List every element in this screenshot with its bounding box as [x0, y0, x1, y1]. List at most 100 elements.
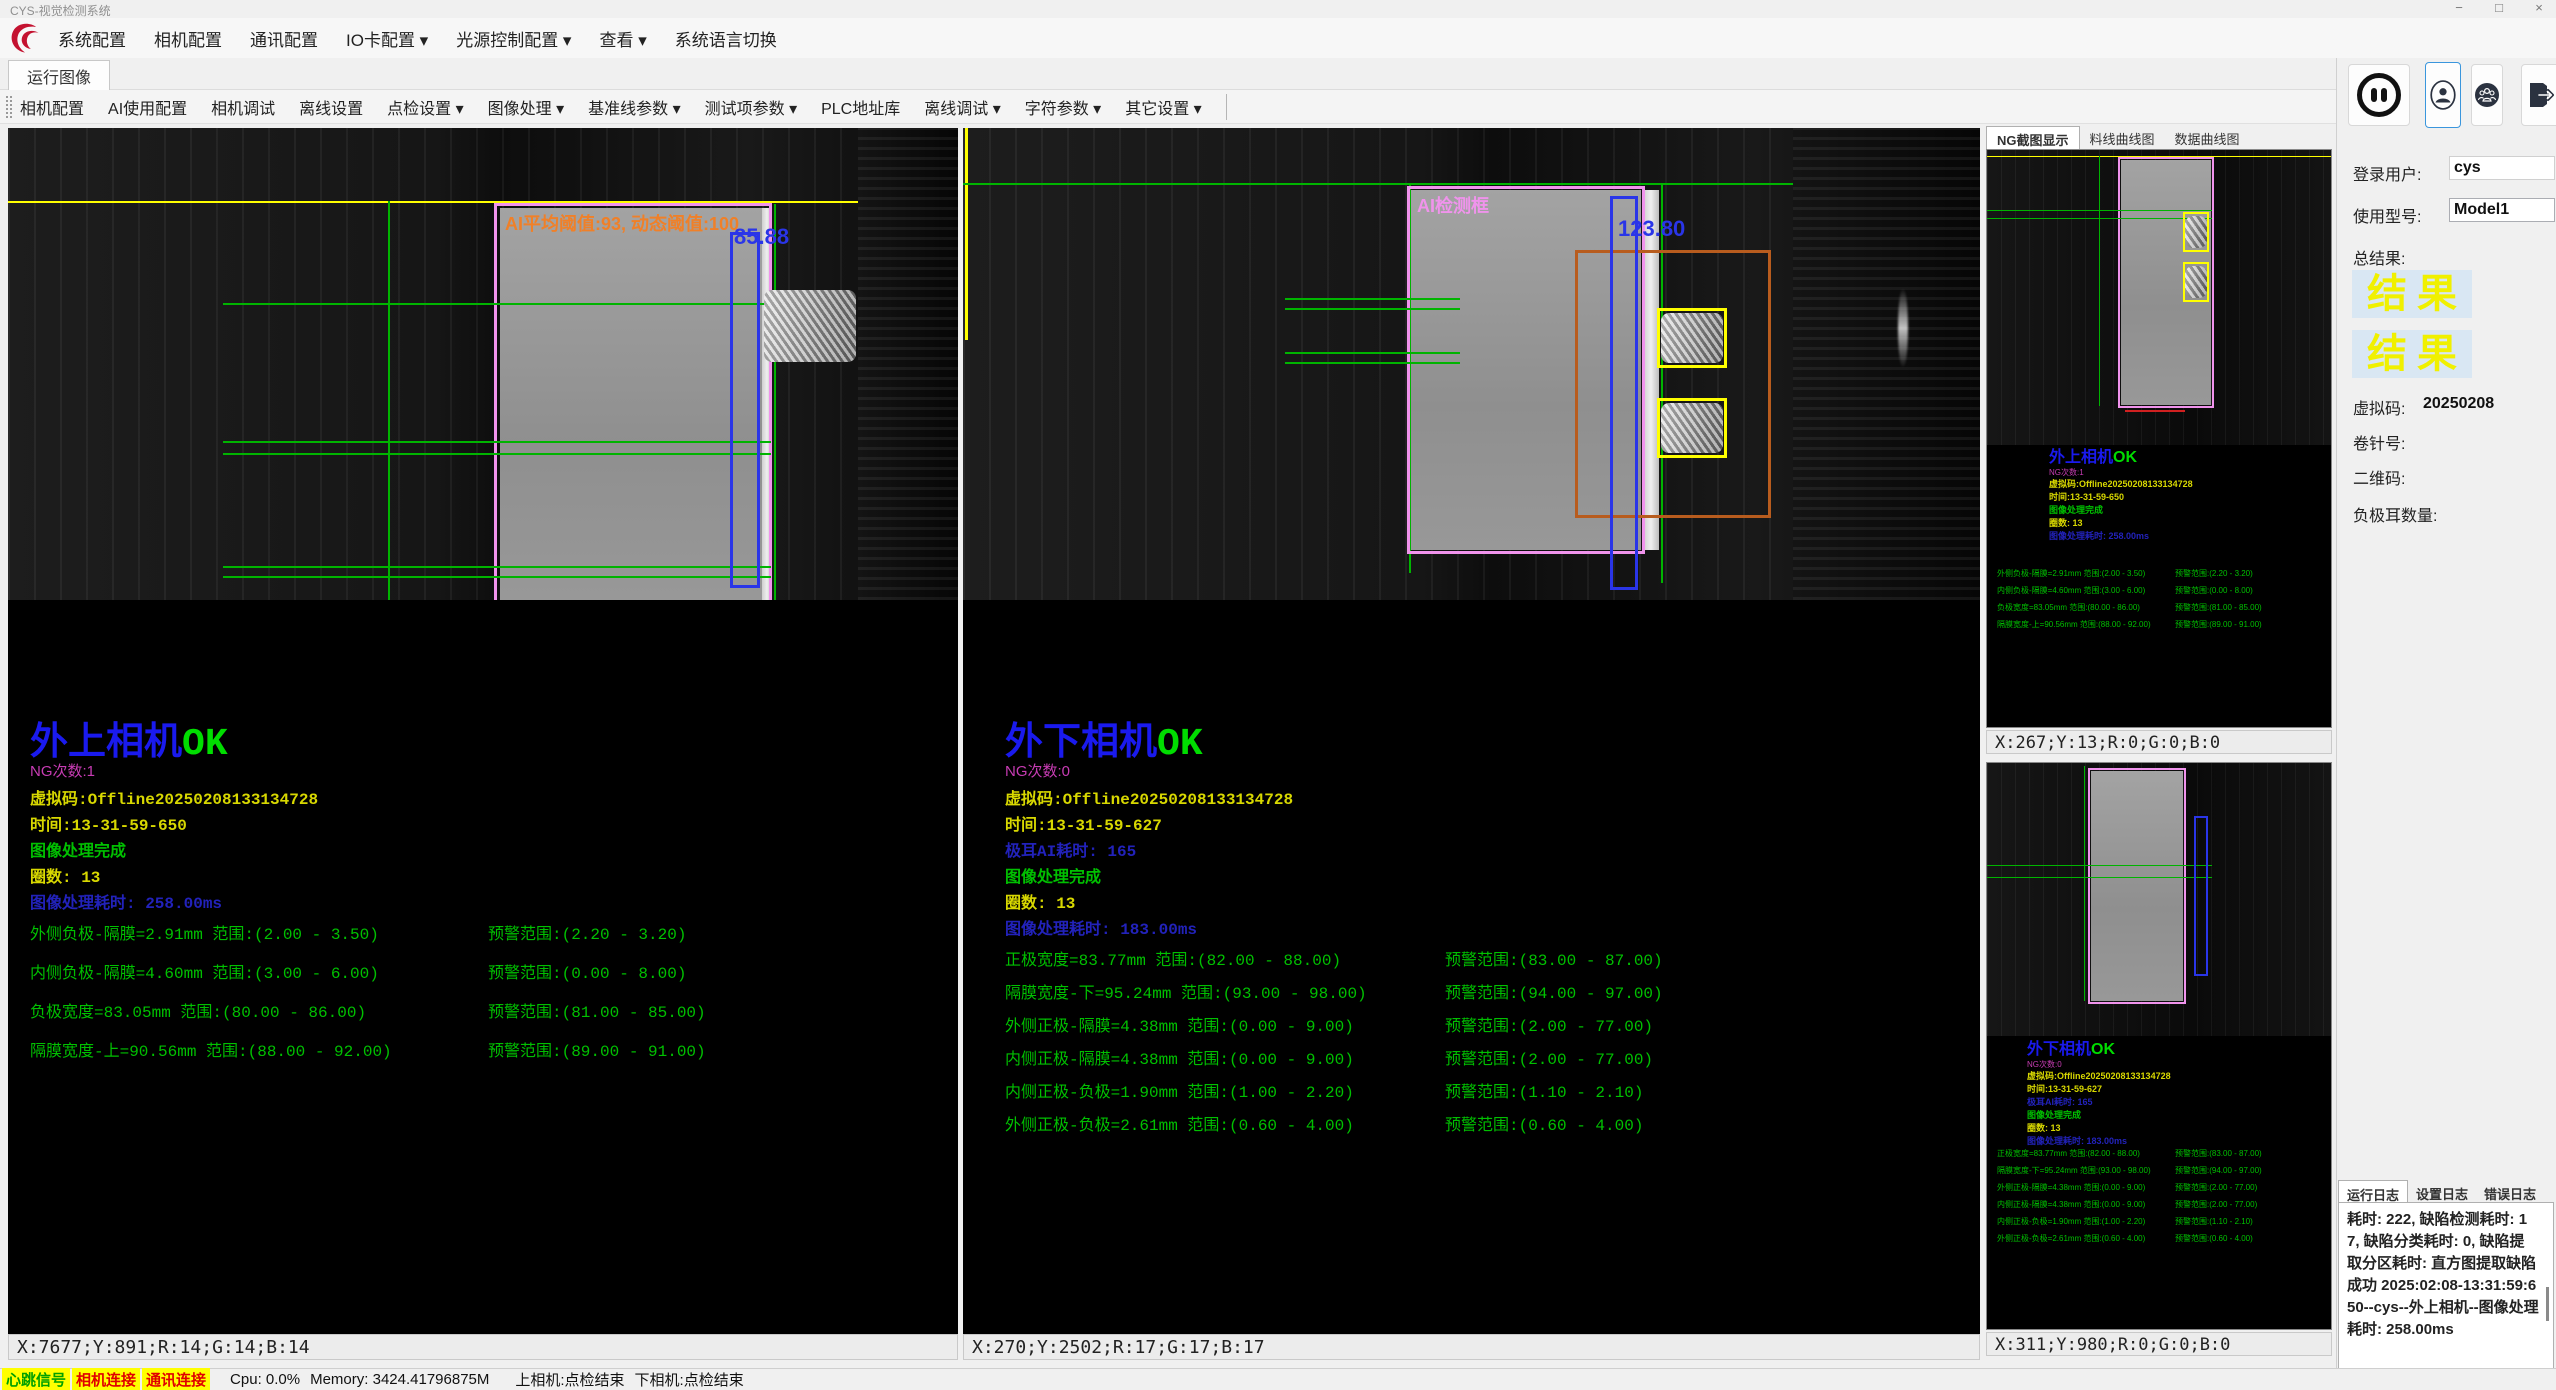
process-time-line: 图像处理耗时: 258.00ms [2049, 530, 2193, 543]
camera-result: OK [2113, 449, 2137, 466]
measurement-row: 正极宽度=83.77mm 范围:(82.00 - 88.00)预警范围:(83.… [1005, 946, 1367, 979]
width-measure-box-blue [2194, 816, 2208, 976]
tool-offline-debug[interactable]: 离线调试 ▾ [924, 95, 1000, 119]
tool-baseline-params[interactable]: 基准线参数 ▾ [588, 95, 680, 119]
virtual-code-value: 20250208 [2423, 395, 2494, 413]
warning-range-text: 预警范围:(83.00 - 87.00) [2175, 1148, 2262, 1159]
process-done-line: 图像处理完成 [30, 839, 318, 865]
camera-name: 外上相机 [30, 721, 182, 763]
tool-plc-address[interactable]: PLC地址库 [821, 95, 900, 119]
ng-upper-pixel-readout: X:267;Y:13;R:0;G:0;B:0 [1986, 730, 2332, 754]
result-badge-lower: 结果 [2352, 330, 2472, 378]
tab-data-curve[interactable]: 数据曲线图 [2165, 126, 2250, 149]
run-log-text: 耗时: 222, 缺陷检测耗时: 17, 缺陷分类耗时: 0, 缺陷提取分区耗时… [2347, 1209, 2539, 1341]
tool-ai-use-config[interactable]: AI使用配置 [108, 95, 187, 119]
baseline-yellow-line [8, 201, 958, 203]
tool-camera-config[interactable]: 相机配置 [20, 95, 84, 119]
warning-range-text: 预警范围:(2.00 - 77.00) [1445, 1012, 1653, 1036]
cpu-usage-text: Cpu: 0.0% [230, 1371, 300, 1388]
toolbar-grip-icon[interactable] [6, 96, 12, 118]
time-line: 时间:13-31-59-650 [2049, 491, 2193, 504]
camera-result-headline: 外下相机OK [1005, 710, 1293, 766]
warning-range-text: 预警范围:(0.60 - 4.00) [1445, 1111, 1643, 1135]
process-done-line: 图像处理完成 [1005, 865, 1293, 891]
measurement-text: 隔膜宽度-上=90.56mm 范围:(88.00 - 92.00) [30, 1043, 392, 1061]
menu-comm-config[interactable]: 通讯配置 [250, 26, 318, 51]
tool-offline-setting[interactable]: 离线设置 [299, 95, 363, 119]
user-icon [2430, 80, 2456, 110]
camera-result: OK [1157, 723, 1203, 766]
threshold-label: AI平均阈值:93, 动态阈值:100 [505, 210, 739, 236]
users-manage-button[interactable] [2471, 64, 2503, 126]
measurement-row: 负极宽度=83.05mm 范围:(80.00 - 86.00)预警范围:(81.… [30, 998, 392, 1037]
tool-image-process[interactable]: 图像处理 ▾ [488, 95, 564, 119]
tool-camera-debug[interactable]: 相机调试 [211, 95, 275, 119]
warning-range-text: 预警范围:(0.00 - 8.00) [2175, 585, 2253, 596]
camera-link-indicator: 相机连接 [72, 1368, 140, 1390]
menu-system-config[interactable]: 系统配置 [58, 26, 126, 51]
memory-usage-text: Memory: 3424.41796875M [310, 1371, 489, 1388]
measure-green-hline [1987, 877, 2212, 878]
ng-screenshot-lower[interactable]: 外下相机OK NG次数:0 虚拟码:Offline202502081331347… [1986, 762, 2332, 1330]
time-line: 时间:13-31-59-627 [2027, 1083, 2171, 1096]
minimize-icon[interactable]: − [2450, 0, 2468, 15]
tab-run-image[interactable]: 运行图像 [8, 60, 110, 90]
warning-range-text: 预警范围:(83.00 - 87.00) [1445, 946, 1663, 970]
process-done-line: 图像处理完成 [2027, 1109, 2171, 1122]
baseline-green-vline [388, 201, 390, 600]
menu-io-card-config[interactable]: IO卡配置 ▾ [346, 26, 428, 51]
app-logo-icon [8, 21, 42, 55]
exit-button[interactable] [2521, 64, 2556, 126]
upper-camera-check-status: 上相机:点检结束 [515, 1369, 624, 1390]
measurement-row: 内侧正极-负极=1.90mm 范围:(1.00 - 2.20)预警范围:(1.1… [1005, 1078, 1367, 1111]
close-icon[interactable]: × [2530, 0, 2548, 15]
ng-upper-headline: 外上相机OK NG次数:1 虚拟码:Offline202502081331347… [2049, 443, 2193, 543]
heartbeat-indicator: 心跳信号 [2, 1368, 70, 1390]
lower-camera-image[interactable]: 123.80 AI检测框 [963, 128, 1980, 600]
user-login-button[interactable] [2425, 62, 2461, 128]
warning-range-text: 预警范围:(81.00 - 85.00) [2175, 602, 2262, 613]
menu-language-switch[interactable]: 系统语言切换 [675, 26, 777, 51]
measurement-row: 外侧正极-隔膜=4.38mm 范围:(0.00 - 9.00)预警范围:(2.0… [1997, 1182, 2151, 1199]
run-log-panel: 耗时: 222, 缺陷检测耗时: 17, 缺陷分类耗时: 0, 缺陷提取分区耗时… [2338, 1202, 2554, 1390]
menu-light-control-config[interactable]: 光源控制配置 ▾ [456, 26, 571, 51]
upper-camera-panel: 85.88 AI平均阈值:93, 动态阈值:100 外上相机OK NG次数:1 … [8, 128, 958, 1334]
defect-box-orange [1575, 250, 1771, 518]
measurement-row: 隔膜宽度-上=90.56mm 范围:(88.00 - 92.00)预警范围:(8… [30, 1037, 392, 1076]
tool-char-params[interactable]: 字符参数 ▾ [1025, 95, 1101, 119]
upper-measurement-list: 外侧负极-隔膜=2.91mm 范围:(2.00 - 3.50)预警范围:(2.2… [30, 920, 392, 1076]
upper-camera-status-text: 外上相机OK NG次数:1 虚拟码:Offline202502081331347… [30, 710, 318, 917]
loop-count-line: 圈数: 13 [30, 865, 318, 891]
log-scrollbar[interactable] [2546, 1287, 2549, 1321]
pause-button[interactable] [2348, 64, 2410, 126]
ng-count-label: NG次数:1 [2049, 467, 2193, 478]
title-bar: CYS-视觉检测系统 − □ × [0, 0, 2556, 18]
width-measure-box-blue [1610, 196, 1638, 590]
ng-view-tabs: NG截图显示 料线曲线图 数据曲线图 [1986, 126, 2250, 149]
ng-lower-thumbnail [1987, 763, 2332, 1036]
model-field[interactable]: Model1 [2449, 198, 2555, 222]
warning-range-text: 预警范围:(94.00 - 97.00) [2175, 1165, 2262, 1176]
menu-camera-config[interactable]: 相机配置 [154, 26, 222, 51]
menu-view[interactable]: 查看 ▾ [599, 26, 646, 51]
login-user-label: 登录用户: [2353, 161, 2421, 185]
users-group-icon [2474, 82, 2500, 108]
tool-test-item-params[interactable]: 测试项参数 ▾ [705, 95, 797, 119]
menu-bar: 系统配置 相机配置 通讯配置 IO卡配置 ▾ 光源控制配置 ▾ 查看 ▾ 系统语… [0, 18, 2556, 58]
tool-other-settings[interactable]: 其它设置 ▾ [1125, 95, 1201, 119]
logout-door-icon [2526, 80, 2556, 110]
tab-ng-screenshot[interactable]: NG截图显示 [1986, 126, 2080, 149]
ng-screenshot-upper[interactable]: 外上相机OK NG次数:1 虚拟码:Offline202502081331347… [1986, 149, 2332, 728]
login-user-field[interactable]: cys [2449, 156, 2555, 180]
tool-spot-check[interactable]: 点检设置 ▾ [387, 95, 463, 119]
tab-detect-box-yellow [1657, 308, 1727, 368]
tab-material-curve[interactable]: 料线曲线图 [2080, 126, 2165, 149]
measurement-row: 隔膜宽度-上=90.56mm 范围:(88.00 - 92.00)预警范围:(8… [1997, 619, 2151, 636]
ai-detect-box-pink [2088, 768, 2186, 1004]
ng-upper-thumbnail [1987, 150, 2332, 445]
camera-result: OK [182, 723, 228, 766]
lower-camera-check-status: 下相机:点检结束 [635, 1369, 744, 1390]
maximize-icon[interactable]: □ [2490, 0, 2508, 15]
warning-range-text: 预警范围:(2.20 - 3.20) [488, 920, 686, 944]
upper-camera-image[interactable]: 85.88 AI平均阈值:93, 动态阈值:100 [8, 128, 958, 600]
